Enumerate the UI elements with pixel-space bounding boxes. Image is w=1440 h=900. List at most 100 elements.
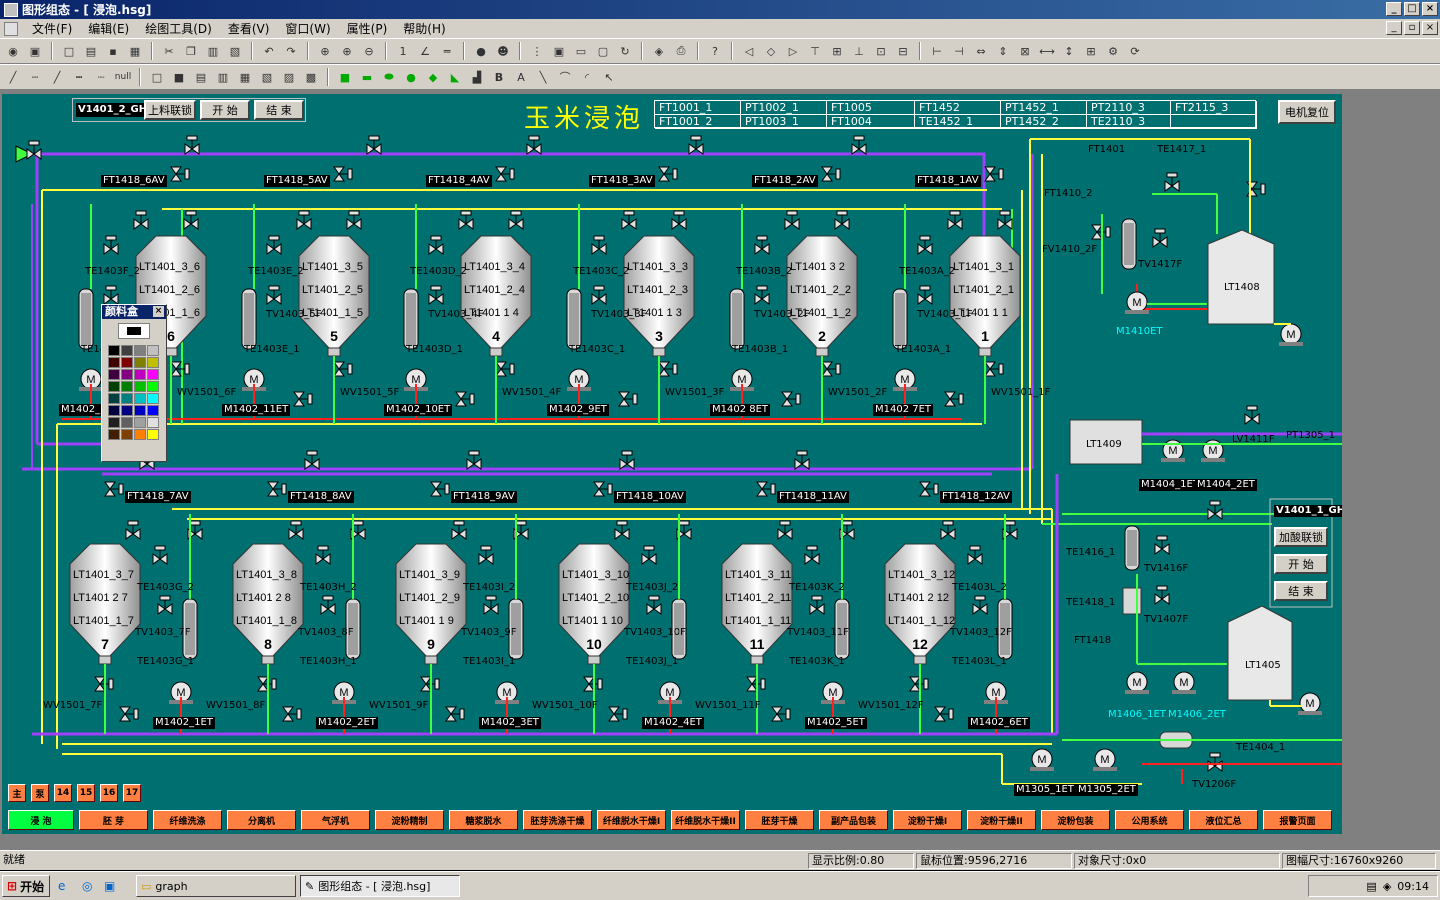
tank-top-5[interactable]: LT1401 3 2LT1401_2_2LT1401_1_22 — [786, 235, 858, 357]
motor-m1305-1[interactable]: M — [1030, 748, 1054, 771]
drain-valve-top-2[interactable] — [293, 391, 313, 407]
mdi-minimize-button[interactable]: _ — [1386, 21, 1402, 35]
redo-icon[interactable]: ↷ — [282, 42, 300, 60]
group-icon[interactable]: ⊡ — [872, 42, 890, 60]
right-mid-valve[interactable] — [1207, 500, 1223, 520]
paste-icon[interactable]: ▥ — [204, 42, 222, 60]
space-h-icon[interactable]: ⊢ — [928, 42, 946, 60]
valve-bot-side-7[interactable] — [152, 545, 168, 565]
align-middle-icon[interactable]: ⊞ — [828, 42, 846, 60]
valve-top-5[interactable] — [821, 166, 841, 182]
tank-lt1405[interactable] — [1227, 605, 1293, 701]
tv-valve-top-3[interactable] — [428, 285, 444, 305]
valve-inlet-a-3[interactable] — [458, 210, 474, 230]
color-icon[interactable]: ● — [472, 42, 490, 60]
valve-top-2[interactable] — [333, 166, 353, 182]
chart-tool-icon[interactable]: ▟ — [468, 68, 486, 86]
start-button[interactable]: 开 始 — [200, 100, 250, 120]
palette-swatch[interactable] — [108, 345, 120, 356]
copy-icon[interactable]: ❐ — [182, 42, 200, 60]
valve-inlet-a-4[interactable] — [621, 210, 637, 230]
valve-bot-top-9[interactable] — [430, 481, 450, 497]
align-bottom-icon[interactable]: ⊥ — [850, 42, 868, 60]
v1401-1-input[interactable]: V1401_1_GH — [1274, 505, 1342, 517]
tank-bottom-8[interactable]: LT1401_3_8 LT1401 2 8 LT1401_1_8 8 — [232, 543, 304, 665]
equal-icon[interactable]: ═ — [438, 42, 456, 60]
fill-solid-icon[interactable]: ■ — [170, 68, 188, 86]
nav-small-button[interactable]: 15 — [77, 784, 95, 802]
color-palette[interactable]: 颜料盒 × — [101, 304, 167, 462]
nav-page-button[interactable]: 副产品包装 — [819, 810, 888, 830]
network-icon[interactable]: ▤ — [1366, 880, 1376, 893]
dash-dot-icon[interactable]: ┅ — [70, 68, 88, 86]
nav-small-button[interactable]: 17 — [123, 784, 141, 802]
dot-line-icon[interactable]: ┈ — [92, 68, 110, 86]
tv-valve-bot-9[interactable] — [483, 595, 499, 615]
header-valve-1[interactable] — [184, 135, 200, 155]
taskbar-item-graph[interactable]: ▭ graph — [136, 875, 296, 897]
tv-valve-bot-12[interactable] — [972, 595, 988, 615]
cut-icon[interactable]: ✂ — [160, 42, 178, 60]
wv-valve-top-4[interactable] — [658, 361, 678, 377]
save-all-icon[interactable]: ▦ — [126, 42, 144, 60]
arc-tool-icon[interactable]: ⌒ — [556, 68, 574, 86]
drawing-canvas[interactable]: LT1401_3_6 LT1401_2_6 LT1401_1_6 6 M LT1401_3… — [2, 94, 1342, 834]
header-valve-4[interactable] — [688, 135, 704, 155]
line-tool-icon[interactable]: ∠ — [416, 42, 434, 60]
valve-inlet-b-5[interactable] — [834, 210, 850, 230]
palette-swatch[interactable] — [147, 393, 159, 404]
line-icon[interactable]: ╱ — [4, 68, 22, 86]
lv1411-valve[interactable] — [1244, 405, 1260, 425]
tv-valve-bot-11[interactable] — [809, 595, 825, 615]
header-bot-valve-4[interactable] — [619, 450, 635, 470]
valve-side-3[interactable] — [428, 235, 444, 255]
valve-inlet-b-3[interactable] — [508, 210, 524, 230]
valve-inlet-b-1[interactable] — [183, 210, 199, 230]
window-icon[interactable]: ▢ — [594, 42, 612, 60]
same-size-icon[interactable]: ⊠ — [1016, 42, 1034, 60]
palette-swatch[interactable] — [121, 381, 133, 392]
current-color-swatch[interactable] — [118, 323, 150, 339]
actual-size-icon[interactable]: 1 — [394, 42, 412, 60]
valve-inlet-a-5[interactable] — [784, 210, 800, 230]
close-button[interactable]: × — [1422, 2, 1438, 16]
rect-icon[interactable]: ▭ — [572, 42, 590, 60]
nav-page-button[interactable]: 胚 芽 — [79, 810, 148, 830]
palette-swatch[interactable] — [108, 357, 120, 368]
user-icon[interactable]: ☻ — [494, 42, 512, 60]
nav-page-button[interactable]: 公用系统 — [1115, 810, 1184, 830]
tv-valve-bot-10[interactable] — [646, 595, 662, 615]
valve-bot-inlet-11[interactable] — [777, 520, 793, 540]
menu-window[interactable]: 窗口(W) — [277, 20, 338, 37]
undo-icon[interactable]: ↶ — [260, 42, 278, 60]
nav-page-button[interactable]: 纤维脱水干燥I — [597, 810, 666, 830]
tv1206-valve[interactable] — [1207, 752, 1223, 772]
motor-reset-button[interactable]: 电机复位 — [1278, 100, 1336, 124]
palette-swatch[interactable] — [121, 429, 133, 440]
motor-m1410[interactable]: M — [1125, 291, 1149, 314]
valve-side-1[interactable] — [103, 235, 119, 255]
nav-page-button[interactable]: 淀粉精制 — [375, 810, 444, 830]
palette-swatch[interactable] — [147, 417, 159, 428]
palette-swatch[interactable] — [108, 369, 120, 380]
drain-valve-bot-8[interactable] — [282, 706, 302, 722]
drain-valve-top-3[interactable] — [455, 391, 475, 407]
volume-icon[interactable]: ◈ — [1383, 880, 1391, 893]
nav-page-button[interactable]: 纤维脱水干燥II — [671, 810, 740, 830]
valve-bot-top-8[interactable] — [267, 481, 287, 497]
valve-inlet-b-6[interactable] — [997, 210, 1013, 230]
v1401-2-input[interactable]: V1401_2_GH — [76, 103, 150, 117]
center-v-icon[interactable]: ↕ — [1060, 42, 1078, 60]
open-folder-icon[interactable]: ▤ — [82, 42, 100, 60]
image-icon[interactable]: ▣ — [550, 42, 568, 60]
fill-dots-icon[interactable]: ▩ — [302, 68, 320, 86]
run-icon[interactable]: ▣ — [26, 42, 44, 60]
valve-bot-inlet-10[interactable] — [614, 520, 630, 540]
palette-swatch[interactable] — [147, 357, 159, 368]
wv-valve-top-6[interactable] — [984, 361, 1004, 377]
tv-valve-top-1[interactable] — [103, 285, 119, 305]
palette-swatch[interactable] — [121, 417, 133, 428]
drain-valve-top-4[interactable] — [618, 391, 638, 407]
valve-bot-top-10[interactable] — [593, 481, 613, 497]
maximize-button[interactable]: □ — [1404, 2, 1420, 16]
